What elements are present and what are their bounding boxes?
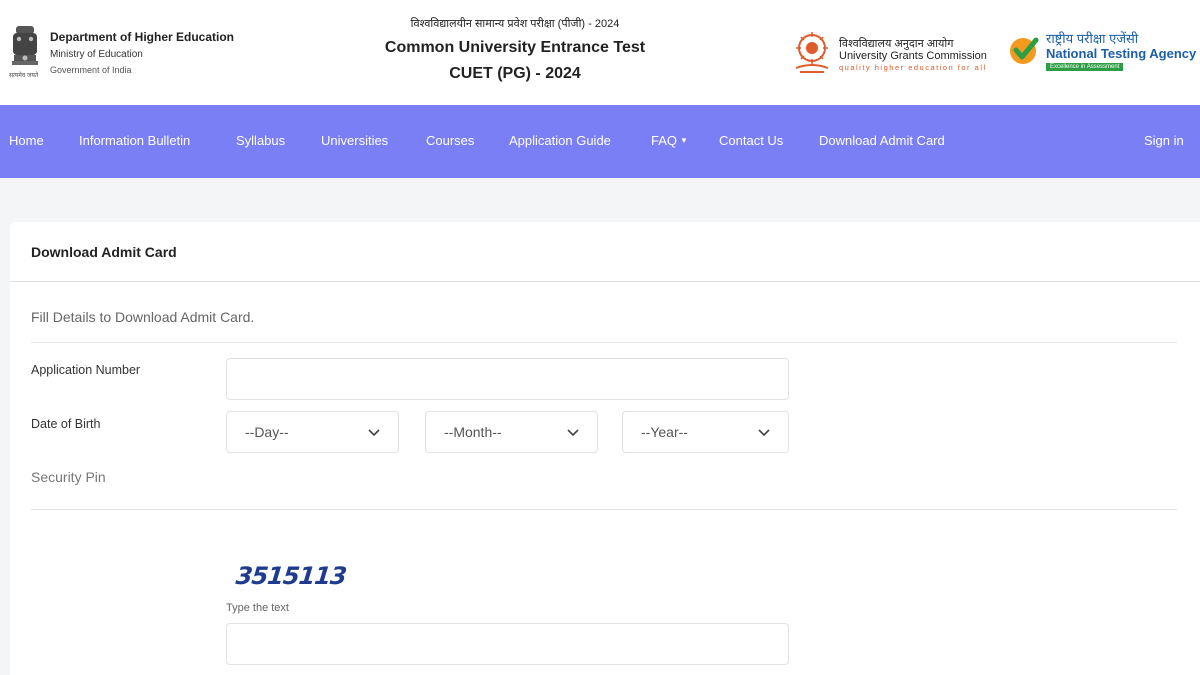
ugc-logo-icon [795, 32, 829, 73]
section-divider [31, 509, 1177, 510]
nta-name: National Testing Agency [1046, 46, 1197, 61]
ugc-block: विश्वविद्यालय अनुदान आयोग University Gra… [792, 30, 992, 78]
instruction-text: Fill Details to Download Admit Card. [31, 309, 255, 325]
nta-block: राष्ट्रीय परीक्षा एजेंसी National Testin… [1008, 28, 1200, 78]
national-emblem-icon [12, 26, 38, 65]
ugc-name-hindi: विश्वविद्यालय अनुदान आयोग [839, 38, 954, 50]
exam-title-block: विश्वविद्यालयीन सामान्य प्रवेश परीक्षा (… [345, 16, 685, 83]
application-number-input[interactable] [226, 358, 789, 400]
date-of-birth-label: Date of Birth [31, 417, 101, 431]
government-name: Government of India [50, 65, 132, 75]
nta-tagline: Excellence in Assessment [1046, 63, 1124, 71]
card-title: Download Admit Card [31, 244, 177, 260]
exam-subtitle: CUET (PG) - 2024 [449, 65, 581, 82]
nav-faq-label: FAQ [651, 133, 678, 148]
ministry-name: Ministry of Education [50, 49, 143, 60]
ugc-name: University Grants Commission [839, 50, 987, 62]
caret-down-icon: ▼ [680, 136, 688, 145]
chevron-down-icon [758, 429, 770, 437]
nav-download-admit-card[interactable]: Download Admit Card [819, 133, 945, 148]
department-name: Department of Higher Education [50, 30, 235, 44]
month-select[interactable]: --Month-- [425, 411, 598, 453]
nav-universities[interactable]: Universities [321, 133, 388, 148]
nav-information-bulletin[interactable]: Information Bulletin [79, 133, 190, 148]
admit-card-panel: Download Admit Card Fill Details to Down… [10, 222, 1200, 675]
nav-faq[interactable]: FAQ ▼ [651, 133, 688, 148]
department-block: Department of Higher Education Ministry … [50, 30, 234, 75]
site-header: सत्यमेव जयते Department of Higher Educat… [0, 0, 1200, 105]
nav-syllabus[interactable]: Syllabus [236, 133, 285, 148]
captcha-image: 3515113 [234, 562, 348, 590]
main-nav: Home Information Bulletin Syllabus Unive… [0, 105, 1200, 178]
nav-home[interactable]: Home [9, 133, 44, 148]
nav-courses[interactable]: Courses [426, 133, 474, 148]
year-select[interactable]: --Year-- [622, 411, 789, 453]
day-select[interactable]: --Day-- [226, 411, 399, 453]
exam-title-hindi: विश्वविद्यालयीन सामान्य प्रवेश परीक्षा (… [410, 18, 620, 30]
year-select-value: --Year-- [641, 424, 688, 440]
nav-contact-us[interactable]: Contact Us [719, 133, 783, 148]
month-select-value: --Month-- [444, 424, 502, 440]
chevron-down-icon [567, 429, 579, 437]
day-select-value: --Day-- [245, 424, 289, 440]
chevron-down-icon [368, 429, 380, 437]
application-number-label: Application Number [31, 363, 141, 377]
ugc-tagline: quality higher education for all [839, 63, 987, 72]
captcha-input[interactable] [226, 623, 789, 665]
card-divider [10, 281, 1200, 282]
nav-sign-in[interactable]: Sign in [1144, 133, 1184, 148]
section-divider [31, 342, 1177, 343]
nta-name-hindi: राष्ट्रीय परीक्षा एजेंसी [1046, 31, 1139, 46]
captcha-input-label: Type the text [226, 602, 289, 614]
security-pin-label: Security Pin [31, 469, 106, 485]
nav-application-guide[interactable]: Application Guide [509, 133, 611, 148]
emblem-motto: सत्यमेव जयते [9, 73, 39, 79]
nta-checkmark-logo-icon [1010, 37, 1039, 64]
exam-title: Common University Entrance Test [384, 39, 646, 56]
